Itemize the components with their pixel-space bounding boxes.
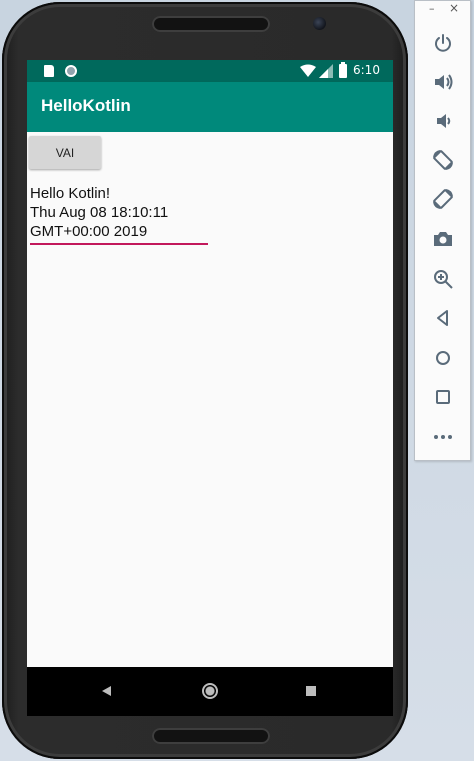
minimize-button[interactable]: – [429, 2, 435, 15]
status-time: 6:10 [353, 63, 380, 77]
cell-signal-icon [319, 64, 333, 78]
close-button[interactable]: × [449, 1, 459, 15]
notification-icon [65, 65, 77, 77]
status-bar: 6:10 [27, 60, 393, 82]
back-icon[interactable] [431, 306, 455, 330]
device-screen: 6:10 HelloKotlin VAI Hello Kotlin! Thu A… [27, 60, 393, 716]
camera-icon[interactable] [431, 227, 455, 251]
app-bar: HelloKotlin [27, 82, 393, 132]
overview-icon[interactable] [431, 385, 455, 409]
vai-button[interactable]: VAI [29, 136, 101, 169]
nav-recents-icon[interactable] [306, 686, 316, 696]
more-icon[interactable] [431, 425, 455, 449]
top-speaker [152, 16, 270, 32]
home-icon[interactable] [431, 346, 455, 370]
battery-icon [339, 62, 347, 78]
output-line: Hello Kotlin! [30, 185, 111, 202]
wifi-icon [300, 64, 316, 77]
output-line: Thu Aug 08 18:10:11 [30, 204, 169, 221]
nav-home-icon[interactable] [202, 683, 218, 699]
power-icon[interactable] [431, 31, 455, 55]
bottom-speaker [152, 728, 270, 744]
output-text-field[interactable]: Hello Kotlin! Thu Aug 08 18:10:11 GMT+00… [30, 184, 208, 241]
rotate-right-icon[interactable] [431, 187, 455, 211]
emulator-toolbar: – × [414, 0, 471, 461]
output-line: GMT+00:00 2019 [30, 223, 148, 240]
rotate-left-icon[interactable] [431, 148, 455, 172]
navigation-bar [27, 667, 393, 716]
app-title: HelloKotlin [41, 96, 131, 115]
phone-frame: 6:10 HelloKotlin VAI Hello Kotlin! Thu A… [2, 2, 408, 759]
text-field-underline [30, 243, 208, 245]
zoom-icon[interactable] [431, 267, 455, 291]
front-camera [313, 17, 326, 30]
sd-card-icon [44, 65, 54, 77]
volume-down-icon[interactable] [431, 109, 455, 133]
nav-back-icon[interactable] [102, 686, 111, 696]
app-content: VAI Hello Kotlin! Thu Aug 08 18:10:11 GM… [27, 132, 393, 667]
volume-up-icon[interactable] [431, 70, 455, 94]
